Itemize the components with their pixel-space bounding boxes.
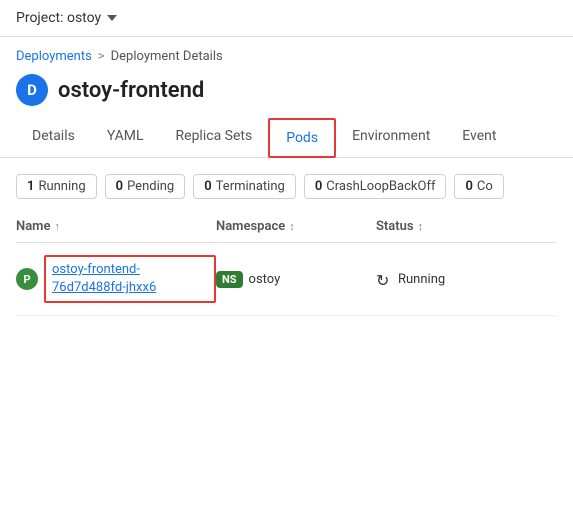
pill-terminating[interactable]: 0 Terminating bbox=[193, 174, 296, 199]
chevron-down-icon bbox=[107, 15, 117, 21]
top-bar: Project: ostoy bbox=[0, 0, 573, 37]
running-icon bbox=[376, 271, 392, 287]
col-name: Name ↑ bbox=[16, 219, 216, 234]
pill-running[interactable]: 1 Running bbox=[16, 174, 97, 199]
breadcrumb-deployments-link[interactable]: Deployments bbox=[16, 49, 92, 64]
breadcrumb: Deployments > Deployment Details bbox=[0, 37, 573, 68]
breadcrumb-separator: > bbox=[98, 49, 105, 64]
pending-count: 0 bbox=[116, 179, 123, 194]
tab-pods[interactable]: Pods bbox=[268, 118, 336, 158]
pod-name-cell: P ostoy-frontend-76d7d488fd-jhxx6 bbox=[16, 255, 216, 303]
crashloop-count: 0 bbox=[315, 179, 322, 194]
table-header: Name ↑ Namespace ↕ Status ↕ bbox=[16, 211, 557, 243]
namespace-cell: NS ostoy bbox=[216, 271, 376, 288]
deployment-badge: D bbox=[16, 74, 48, 106]
pods-table: Name ↑ Namespace ↕ Status ↕ P ostoy-fron… bbox=[0, 211, 573, 316]
sort-icon-name[interactable]: ↑ bbox=[54, 220, 60, 233]
breadcrumb-current: Deployment Details bbox=[111, 49, 223, 64]
namespace-name: ostoy bbox=[249, 272, 281, 287]
sort-icon-namespace[interactable]: ↕ bbox=[289, 220, 295, 233]
running-label: Running bbox=[38, 179, 85, 194]
project-label: Project: ostoy bbox=[16, 10, 101, 26]
pill-crashloop[interactable]: 0 CrashLoopBackOff bbox=[304, 174, 447, 199]
pod-badge: P bbox=[16, 268, 38, 290]
pod-link[interactable]: ostoy-frontend-76d7d488fd-jhxx6 bbox=[44, 255, 216, 303]
status-text: Running bbox=[398, 272, 445, 287]
pending-label: Pending bbox=[127, 179, 174, 194]
tab-details[interactable]: Details bbox=[16, 118, 91, 157]
tab-environment[interactable]: Environment bbox=[336, 118, 446, 157]
ns-badge: NS bbox=[216, 271, 243, 288]
pill-co[interactable]: 0 Co bbox=[454, 174, 503, 199]
page-title: ostoy-frontend bbox=[58, 78, 204, 103]
project-selector[interactable]: Project: ostoy bbox=[16, 10, 117, 26]
col-namespace: Namespace ↕ bbox=[216, 219, 376, 234]
pill-pending[interactable]: 0 Pending bbox=[105, 174, 186, 199]
tabs-bar: Details YAML Replica Sets Pods Environme… bbox=[0, 118, 573, 158]
co-count: 0 bbox=[465, 179, 472, 194]
table-row: P ostoy-frontend-76d7d488fd-jhxx6 NS ost… bbox=[16, 243, 557, 316]
terminating-label: Terminating bbox=[216, 179, 285, 194]
running-count: 1 bbox=[27, 179, 34, 194]
terminating-count: 0 bbox=[204, 179, 211, 194]
col-status: Status ↕ bbox=[376, 219, 557, 234]
status-cell: Running bbox=[376, 271, 557, 287]
sort-icon-status[interactable]: ↕ bbox=[418, 220, 424, 233]
status-pills-area: 1 Running 0 Pending 0 Terminating 0 Cras… bbox=[0, 158, 573, 211]
tab-events[interactable]: Event bbox=[446, 118, 512, 157]
pod-name-wrapper: P ostoy-frontend-76d7d488fd-jhxx6 bbox=[16, 255, 216, 303]
co-label: Co bbox=[477, 179, 493, 194]
tab-yaml[interactable]: YAML bbox=[91, 118, 160, 157]
crashloop-label: CrashLoopBackOff bbox=[326, 179, 435, 194]
page-title-area: D ostoy-frontend bbox=[0, 68, 573, 118]
tab-replica-sets[interactable]: Replica Sets bbox=[160, 118, 269, 157]
